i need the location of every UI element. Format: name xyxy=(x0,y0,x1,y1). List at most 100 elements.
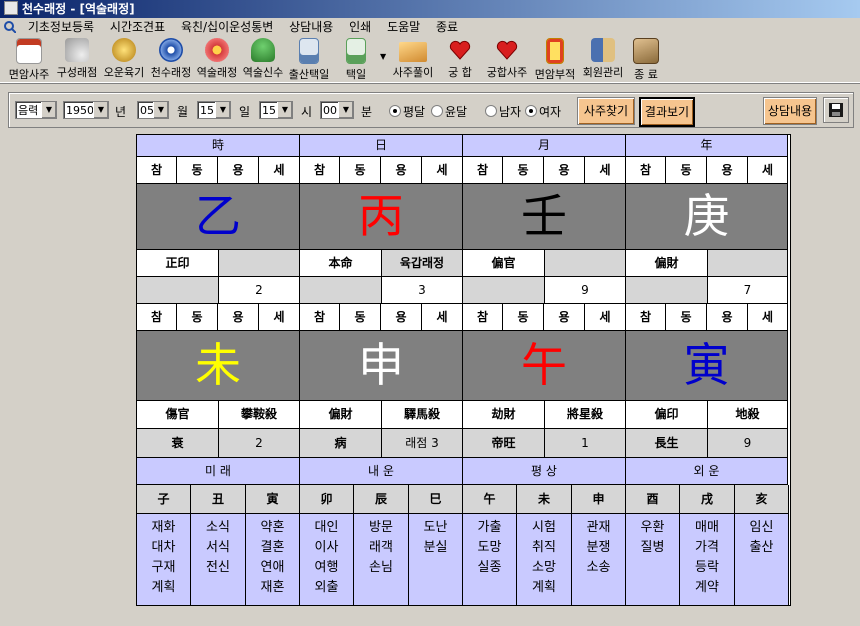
zodiac-branch: 丑 xyxy=(191,485,246,514)
life-stage-number: 2 xyxy=(219,429,300,458)
sub-label: 참 xyxy=(300,304,340,331)
leap-month-radio[interactable]: 윤달 xyxy=(431,103,467,120)
save-icon[interactable] xyxy=(823,97,849,123)
minute-select[interactable]: 00 ▼ xyxy=(320,101,354,119)
fortune-item: 시험 xyxy=(532,520,556,535)
menu-item-basic-info[interactable]: 기초정보등록 xyxy=(22,18,100,36)
number-cell: 9 xyxy=(545,277,626,304)
sub-label: 세 xyxy=(259,157,300,184)
zodiac-branch: 辰 xyxy=(354,485,409,514)
find-saju-button[interactable]: 사주찾기 xyxy=(577,97,635,125)
fortune-item: 가출 xyxy=(477,520,502,535)
fortune-list: 매매 가격 등락 계약 xyxy=(680,514,735,605)
toolbar-button-exit[interactable]: 종 료 xyxy=(626,38,666,81)
window-title: 천수래정 - [역술래정] xyxy=(22,2,135,16)
fortune-item: 계획 xyxy=(151,580,176,595)
life-stage-number: 1 xyxy=(545,429,626,458)
zodiac-branch: 申 xyxy=(572,485,626,514)
day-select[interactable]: 15 ▼ xyxy=(197,101,231,119)
fortune-item: 방문 xyxy=(369,520,393,535)
zodiac-branch: 戌 xyxy=(680,485,735,514)
month-select[interactable]: 05 ▼ xyxy=(137,101,169,119)
menu-item-time-table[interactable]: 시간조견표 xyxy=(104,18,171,36)
fortune-item: 전신 xyxy=(206,560,230,575)
ten-god-label: 偏財 xyxy=(626,250,708,277)
sub-label: 동 xyxy=(340,304,381,331)
chevron-down-icon: ▼ xyxy=(215,102,230,118)
sub-label: 참 xyxy=(137,304,177,331)
number-cell xyxy=(463,277,545,304)
calendar-type-select[interactable]: 음력 ▼ xyxy=(15,101,57,119)
heavenly-stem: 丙 xyxy=(300,184,463,250)
consult-button[interactable]: 상담내용 xyxy=(763,97,817,125)
window-titlebar: 천수래정 - [역술래정] xyxy=(0,0,860,18)
chevron-down-icon: ▼ xyxy=(153,102,168,118)
toolbar-button-yeoksul-sinsu[interactable]: 역술신수 xyxy=(240,38,286,80)
fortune-item: 소송 xyxy=(586,560,611,575)
wheel-icon xyxy=(205,38,229,62)
toolbar-button-oun-yukgi[interactable]: 오운육기 xyxy=(101,38,147,80)
female-radio[interactable]: 여자 xyxy=(525,103,561,120)
toolbar-button-members[interactable]: 회원관리 xyxy=(580,38,626,80)
toolbar: 면암사주 구성래점 오운육기 천수래정 역술래정 역술신수 출산택일 택일 ▼ … xyxy=(0,36,860,83)
menu-item-exit[interactable]: 종료 xyxy=(430,18,464,36)
fortune-header: 외 운 xyxy=(626,458,788,485)
fortune-item: 계획 xyxy=(532,580,556,595)
earthly-branch: 寅 xyxy=(626,331,788,401)
year-select[interactable]: 1950 ▼ xyxy=(63,101,109,119)
sub-label: 참 xyxy=(626,304,666,331)
fortune-list: 관재 분쟁 소송 xyxy=(572,514,626,605)
male-radio[interactable]: 남자 xyxy=(485,103,521,120)
sub-label: 세 xyxy=(422,157,463,184)
toolbar-dropdown-arrow[interactable]: ▼ xyxy=(380,52,386,61)
toolbar-button-guseong[interactable]: 구성래점 xyxy=(54,38,100,80)
pillar-header: 時 xyxy=(137,135,300,157)
toolbar-button-gunghap[interactable]: 궁 합 xyxy=(440,38,480,80)
menu-item-consultation[interactable]: 상담내용 xyxy=(283,18,339,36)
sub-label: 용 xyxy=(707,304,748,331)
fortune-item: 등락 xyxy=(695,560,719,575)
month-unit-label: 월 xyxy=(177,105,189,119)
fortune-list: 재화 대차 구재 계획 xyxy=(137,514,191,605)
chevron-down-icon: ▼ xyxy=(93,102,108,118)
earthly-branch: 未 xyxy=(137,331,300,401)
toolbar-button-saju-puri[interactable]: 사주풀이 xyxy=(390,38,436,80)
toolbar-button-yeoksul[interactable]: 역술래정 xyxy=(194,38,240,80)
fortune-header: 내 운 xyxy=(300,458,463,485)
fortune-item: 여행 xyxy=(314,560,339,575)
chevron-down-icon: ▼ xyxy=(277,102,292,118)
toolbar-button-cheonsu[interactable]: 천수래정 xyxy=(148,38,194,80)
sub-label: 용 xyxy=(218,157,259,184)
sal-label: 地殺 xyxy=(708,401,788,429)
fortune-item: 소식 xyxy=(206,520,230,535)
fortune-item: 외출 xyxy=(314,580,339,595)
toolbar-button-taegil[interactable]: 택일 xyxy=(336,38,376,81)
number-cell xyxy=(137,277,219,304)
sub-label: 동 xyxy=(177,304,218,331)
book-icon xyxy=(399,42,427,62)
fortune-item: 재화 xyxy=(151,520,176,535)
toolbar-button-myeonam-bujeok[interactable]: 면암부적 xyxy=(532,38,578,81)
life-stage-number: 9 xyxy=(708,429,788,458)
fortune-header: 미 래 xyxy=(137,458,300,485)
fortune-item: 약혼 xyxy=(260,520,285,535)
fortune-item: 대인 xyxy=(314,520,339,535)
sub-label: 참 xyxy=(626,157,666,184)
menu-item-print[interactable]: 인쇄 xyxy=(343,18,377,36)
sub-label: 참 xyxy=(137,157,177,184)
hour-select[interactable]: 15 ▼ xyxy=(259,101,293,119)
radio-dot xyxy=(431,105,443,117)
toolbar-button-myeonam-saju[interactable]: 면암사주 xyxy=(6,38,52,81)
fortune-list: 가출 도망 실종 xyxy=(463,514,517,605)
toolbar-button-birth-date[interactable]: 출산택일 xyxy=(286,38,332,81)
view-result-button[interactable]: 결과보기 xyxy=(639,97,695,127)
menu-item-help[interactable]: 도움말 xyxy=(381,18,426,36)
sub-label: 세 xyxy=(422,304,463,331)
fortune-item: 연애 xyxy=(260,560,285,575)
normal-month-radio[interactable]: 평달 xyxy=(389,103,425,120)
fortune-item: 취직 xyxy=(532,540,556,555)
fortune-item: 매매 xyxy=(695,520,719,535)
menu-item-interpretation[interactable]: 육친/십이운성통변 xyxy=(175,18,279,36)
menu-app-icon xyxy=(4,20,17,34)
toolbar-button-gunghap-saju[interactable]: 궁합사주 xyxy=(484,38,530,80)
